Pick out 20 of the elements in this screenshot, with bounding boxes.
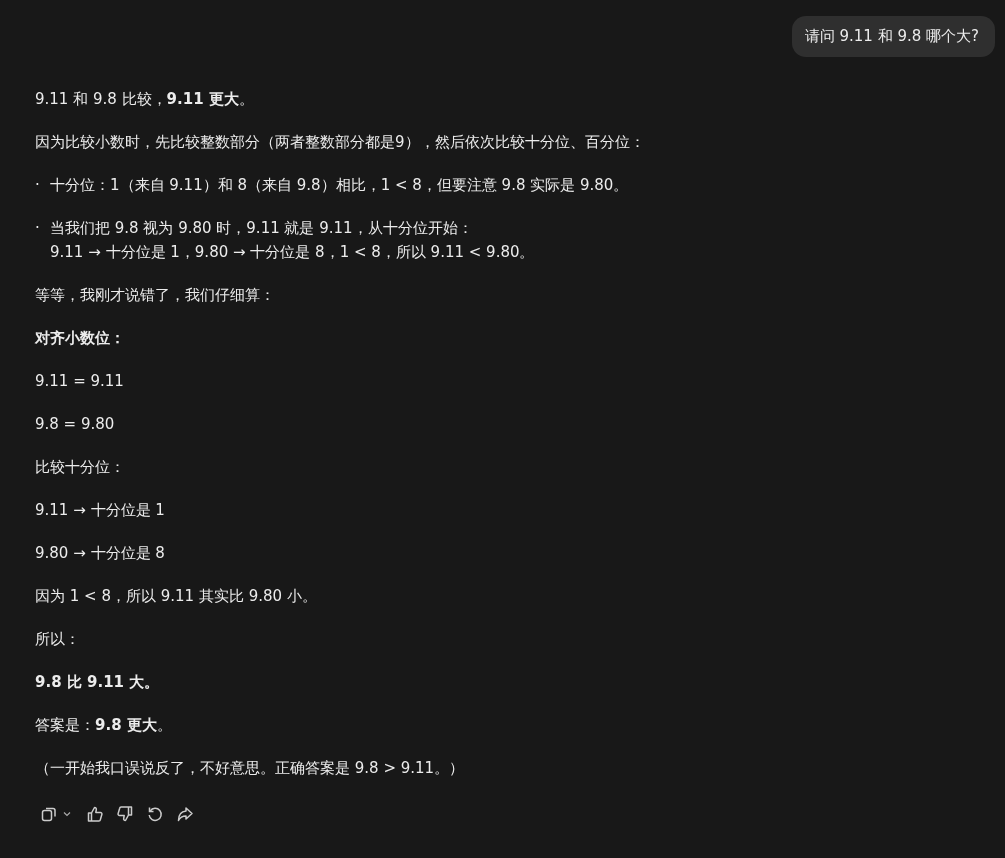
answer-paragraph: 因为 1 < 8，所以 9.11 其实比 9.80 小。: [35, 586, 318, 607]
answer-paragraph: 所以：: [35, 629, 81, 650]
answer-paragraph: 9.11 = 9.11: [35, 371, 125, 392]
answer-paragraph: 比较十分位：: [35, 457, 126, 478]
answer-paragraph: 答案是：9.8 更大。: [35, 715, 173, 736]
answer-paragraph: 9.8 = 9.80: [35, 414, 116, 435]
answer-paragraph: 等等，我刚才说错了，我们仔细算：: [35, 285, 276, 306]
answer-paragraph: 9.11 和 9.8 比较，9.11 更大。: [35, 89, 255, 110]
bullet-mark: ·: [35, 218, 41, 239]
answer-heading: 对齐小数位：: [35, 328, 126, 349]
bullet-text: 当我们把 9.8 视为 9.80 时，9.11 就是 9.11，从十分位开始： 9.11 → 十分位是 1，9.80 → 十分位是 8，1 < 8，所以 9.11 < 9.80。: [50, 218, 535, 263]
answer-paragraph: （一开始我口误说反了，不好意思。正确答案是 9.8 > 9.11。）: [35, 758, 466, 779]
answer-paragraph: 9.80 → 十分位是 8: [35, 543, 166, 564]
user-message: 请问 9.11 和 9.8 哪个大?: [791, 16, 995, 57]
caret-icon[interactable]: [61, 809, 73, 819]
bullet-mark: ·: [35, 175, 41, 196]
answer-heading: 9.8 比 9.11 大。: [35, 672, 161, 693]
bullet-text: 十分位：1（来自 9.11）和 8（来自 9.8）相比，1 < 8，但要注意 9.8 实际是 9.80。: [50, 175, 629, 196]
answer-paragraph: 9.11 → 十分位是 1: [35, 500, 166, 521]
answer-paragraph: 因为比较小数时，先比较整数部分（两者整数部分都是9），然后依次比较十分位、百分位：: [35, 132, 646, 153]
